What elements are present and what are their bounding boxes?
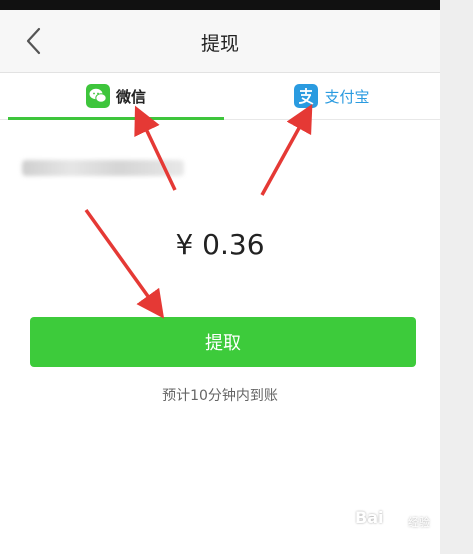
nav-bar: 提现 — [0, 10, 440, 73]
wechat-icon — [85, 84, 110, 108]
status-bar — [0, 0, 440, 10]
side-strip — [440, 0, 473, 554]
tab-wechat[interactable]: 微信 — [8, 73, 224, 119]
withdraw-button[interactable]: 提取 — [30, 317, 416, 367]
page-title: 提现 — [200, 33, 239, 55]
tab-wechat-label: 微信 — [115, 87, 146, 106]
tab-alipay-label: 支付宝 — [324, 87, 370, 106]
watermark-brand: Bai — [355, 508, 384, 527]
payment-tabs: 微信 支付宝 — [0, 73, 440, 120]
arrival-hint: 预计10分钟内到账 — [162, 388, 278, 404]
alipay-icon — [294, 84, 319, 108]
blurred-account-info — [22, 160, 184, 176]
tab-alipay[interactable]: 支付宝 — [224, 73, 440, 119]
withdraw-amount: ¥ 0.36 — [175, 228, 265, 261]
watermark-sub: 经验 — [408, 516, 430, 529]
withdraw-panel: ¥ 0.36 提取 预计10分钟内到账 — [0, 120, 440, 554]
